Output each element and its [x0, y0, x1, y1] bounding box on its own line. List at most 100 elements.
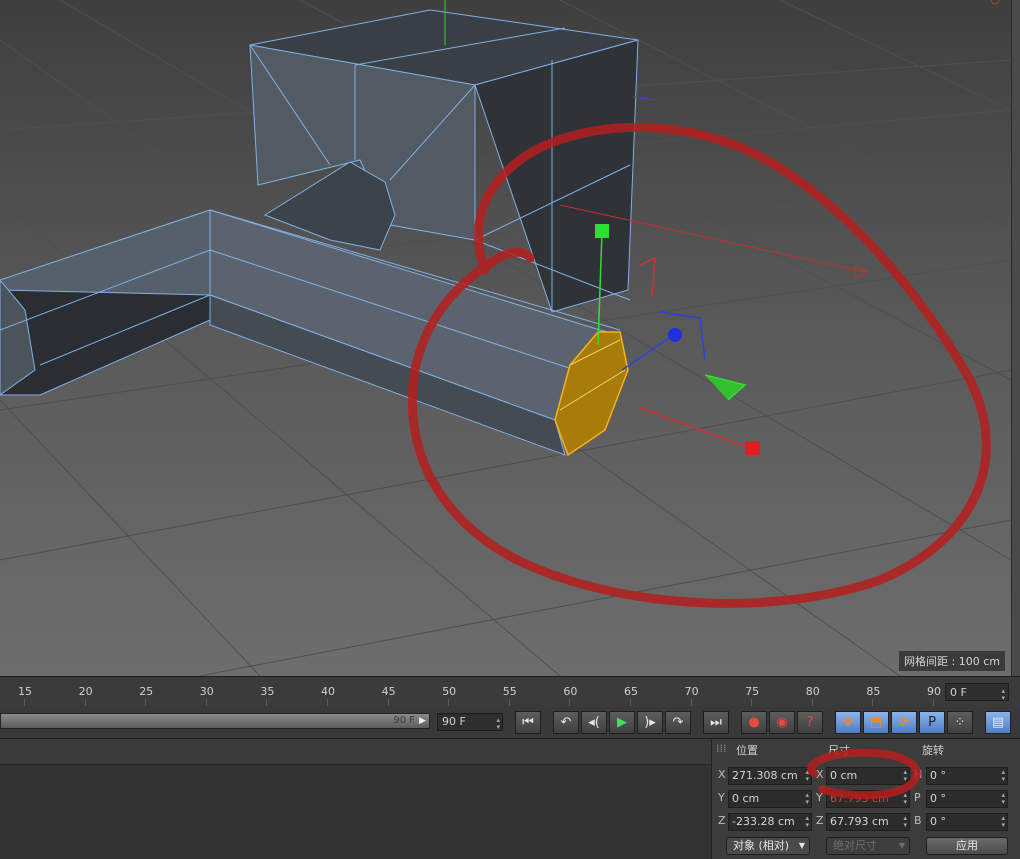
3d-viewport[interactable]: 网格间距 : 100 cm: [0, 0, 1011, 676]
record-keys-icon: ●: [748, 715, 760, 730]
position-field[interactable]: -233.28 cm ▴ ▾: [728, 813, 812, 831]
position-field-text: 0 cm: [732, 792, 760, 805]
timeline-tick-label: 50: [442, 685, 457, 698]
timeline-tick-label: 45: [381, 685, 396, 698]
rotation-field[interactable]: 0 ° ▴ ▾: [926, 767, 1008, 785]
position-field-text: -233.28 cm: [732, 815, 795, 828]
size-field[interactable]: 0 cm ▴ ▾: [826, 767, 910, 785]
timeline-tick-label: 35: [260, 685, 275, 698]
go-to-start-button[interactable]: ⏮: [515, 711, 541, 734]
rotation-field[interactable]: 0 ° ▴ ▾: [926, 813, 1008, 831]
size-axis-label: Z: [816, 814, 824, 827]
size-field-text: 67.793 cm: [830, 792, 889, 805]
timeline-tick-label: 70: [684, 685, 699, 698]
scene-canvas[interactable]: [0, 0, 1011, 676]
position-axis-label-text: Y: [718, 791, 725, 804]
position-field[interactable]: 271.308 cm ▴ ▾: [728, 767, 812, 785]
rotation-axis-label-text: P: [914, 791, 921, 804]
apply-button[interactable]: 应用: [926, 837, 1008, 855]
grid-spacing-label: 网格间距 : 100 cm: [899, 651, 1005, 671]
end-frame-field[interactable]: 90 F ▴ ▾: [437, 713, 503, 731]
timeline-tick-label: 20: [78, 685, 93, 698]
rotation-field-text: 0 °: [930, 815, 946, 828]
autokey-button[interactable]: ◉: [769, 711, 795, 734]
key-parameter-icon: P: [928, 715, 936, 730]
timeline-tick-label: 30: [199, 685, 214, 698]
coordinate-mode-dropdown[interactable]: 对象 (相对) ▼: [726, 837, 810, 855]
size-axis-label: X: [816, 768, 824, 781]
timeline-tick-label: 65: [624, 685, 638, 698]
previous-frame-icon: ◂(: [588, 715, 600, 730]
timeline-tick-label: 25: [139, 685, 154, 698]
timeline-window-button[interactable]: ▤: [985, 711, 1011, 734]
size-axis-label-text: X: [816, 768, 824, 781]
key-rotation-button[interactable]: ⟳: [891, 711, 917, 734]
current-frame-field[interactable]: 0 F ▴ ▾: [945, 683, 1009, 702]
record-keys-button[interactable]: ●: [741, 711, 767, 734]
key-parameter-button[interactable]: P: [919, 711, 945, 734]
position-axis-label: Y: [718, 791, 725, 804]
viewport-scrollbar[interactable]: [1011, 0, 1020, 676]
go-to-end-icon: ⏭: [710, 715, 722, 730]
timeline-ruler[interactable]: 15 20 25 30 35 40 45 50 55 60 65 70 75 80 85 90 0 F ▴ ▾: [0, 676, 1020, 707]
transport-bar: 90 F ▶ 90 F ▴ ▾ ⏮ ↶ ◂( ▶ )▸ ↷ ⏭ ● ◉? ✥ ⬒ ⟳ P ⁘ ▤: [0, 706, 1020, 739]
position-axis-label-text: X: [718, 768, 726, 781]
next-keyframe-icon: ↷: [672, 715, 684, 730]
size-field-text: 0 cm: [830, 769, 858, 782]
timeline-window-icon: ▤: [991, 715, 1005, 730]
key-pla-button[interactable]: ⁘: [947, 711, 973, 734]
previous-frame-button[interactable]: ◂(: [581, 711, 607, 734]
timeline-tick-label: 40: [321, 685, 335, 698]
rotation-field-text: 0 °: [930, 769, 946, 782]
position-axis-label: X: [718, 768, 726, 781]
timeline-tick-label: 80: [805, 685, 820, 698]
key-position-button[interactable]: ✥: [835, 711, 861, 734]
position-header: 位置: [736, 744, 758, 757]
position-axis-label: Z: [718, 814, 726, 827]
rotation-axis-label: B: [914, 814, 922, 827]
rotation-axis-label-text: B: [914, 814, 922, 827]
key-scale-button[interactable]: ⬒: [863, 711, 889, 734]
size-field[interactable]: 67.793 cm ▴ ▾: [826, 790, 910, 808]
size-axis-label-text: Y: [816, 791, 823, 804]
coordinates-manager: ⁞⁞⁞ 位置 尺寸 旋转 X 271.308 cm ▴ ▾ X 0 cm ▴ ▾ H 0 ° ▴ ▾ Y…: [711, 739, 1020, 859]
position-field[interactable]: 0 cm ▴ ▾: [728, 790, 812, 808]
size-header: 尺寸: [828, 744, 850, 757]
play-button[interactable]: ▶: [609, 711, 635, 734]
rotation-axis-label: H: [914, 768, 922, 781]
next-frame-icon: )▸: [644, 715, 656, 730]
size-field-text: 67.793 cm: [830, 815, 889, 828]
rotation-axis-label-text: H: [914, 768, 923, 781]
autokey-icon: ◉: [776, 715, 788, 730]
attribute-manager-header: [0, 739, 711, 765]
go-to-start-icon: ⏮: [522, 715, 534, 730]
key-pla-icon: ⁘: [954, 715, 966, 730]
timeline-tick-label: 75: [745, 685, 760, 698]
size-mode-dropdown[interactable]: 绝对尺寸 ▼: [826, 837, 910, 855]
size-axis-label: Y: [816, 791, 823, 804]
size-field[interactable]: 67.793 cm ▴ ▾: [826, 813, 910, 831]
rotation-field-text: 0 °: [930, 792, 946, 805]
go-to-end-button[interactable]: ⏭: [703, 711, 729, 734]
position-axis-label-text: Z: [718, 814, 726, 827]
previous-keyframe-button[interactable]: ↶: [553, 711, 579, 734]
keyframe-help-button[interactable]: ?: [797, 711, 823, 734]
panel-grip-icon[interactable]: ⁞⁞⁞: [716, 742, 727, 755]
previous-keyframe-icon: ↶: [560, 715, 572, 730]
timeline-tick-label: 90: [927, 685, 941, 698]
attribute-manager: [0, 739, 711, 859]
size-axis-label-text: Z: [816, 814, 824, 827]
position-field-text: 271.308 cm: [732, 769, 798, 782]
timeline-tick-label: 15: [18, 685, 32, 698]
next-frame-button[interactable]: )▸: [637, 711, 663, 734]
key-rotation-icon: ⟳: [898, 715, 910, 730]
next-keyframe-button[interactable]: ↷: [665, 711, 691, 734]
play-icon: ▶: [617, 715, 627, 730]
key-position-icon: ✥: [842, 715, 854, 730]
rotation-field[interactable]: 0 ° ▴ ▾: [926, 790, 1008, 808]
time-scrubber[interactable]: 90 F ▶: [0, 713, 430, 729]
timeline-tick-label: 85: [866, 685, 881, 698]
rotation-axis-label: P: [914, 791, 921, 804]
timeline-tick-label: 60: [563, 685, 578, 698]
key-scale-icon: ⬒: [869, 715, 883, 730]
